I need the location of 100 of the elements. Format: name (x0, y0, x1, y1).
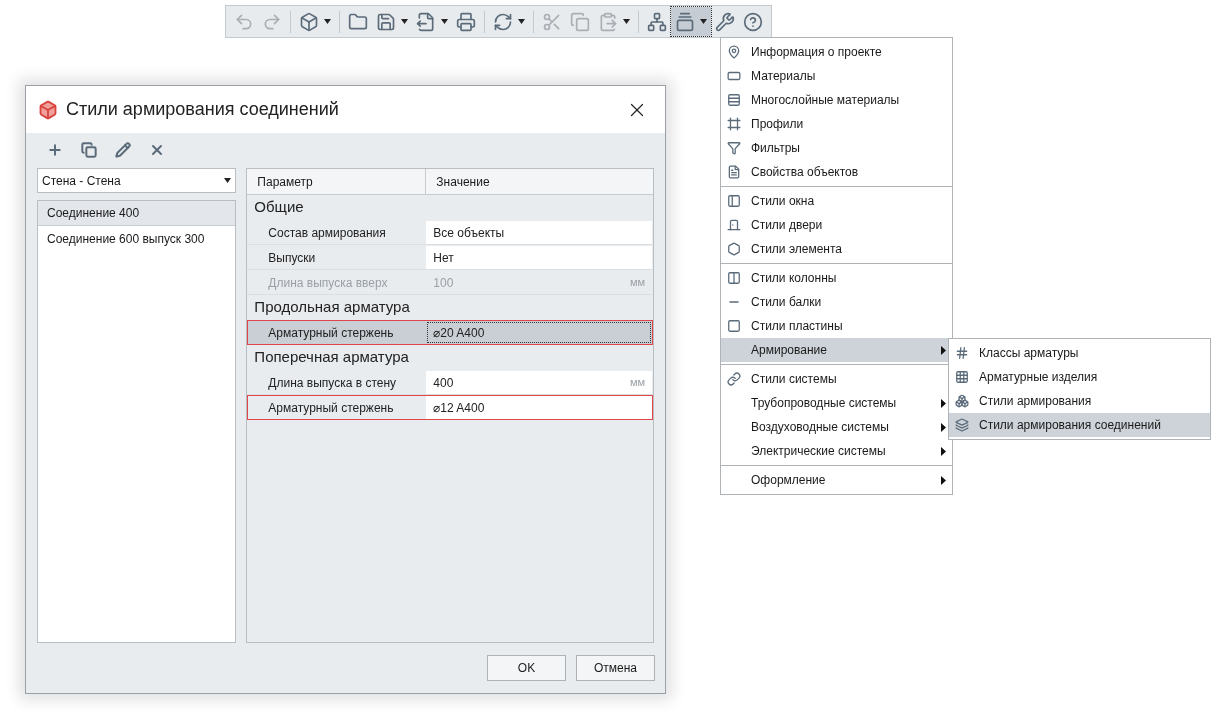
undo-icon (234, 11, 254, 32)
redo-icon (262, 11, 282, 32)
menu-item-label: Армирование (751, 342, 828, 359)
door-icon (727, 218, 741, 232)
dropdown-caret-icon (401, 19, 408, 24)
window-icon (727, 194, 741, 208)
dialog-button[interactable]: OK (487, 655, 566, 681)
property-row[interactable]: Арматурный стержень ⌀12 A400 (247, 395, 653, 420)
scissors-icon (542, 11, 562, 32)
property-row[interactable]: Длина выпуска в стену 400 мм (247, 370, 653, 395)
column-header: Значение (435, 173, 491, 191)
menu-item[interactable]: Стили колонны (721, 266, 952, 290)
tool-button[interactable] (114, 141, 132, 159)
paste-icon (598, 11, 618, 32)
unit-label: мм (629, 375, 645, 391)
menu-item[interactable]: Фильтры (721, 136, 952, 160)
submenu-item[interactable]: Классы арматуры (949, 341, 1210, 365)
dropdown-caret-icon (623, 19, 630, 24)
menu-item[interactable]: Многослойные материалы (721, 88, 952, 112)
layers-icon (727, 93, 741, 107)
wrench-icon (715, 11, 735, 32)
menu-item-label: Стили окна (751, 193, 816, 210)
value-text: 400 (433, 374, 454, 392)
select-caret-icon (224, 178, 232, 183)
edit-icon (115, 142, 131, 158)
cube-logo-icon (38, 99, 58, 120)
cube-icon (299, 11, 319, 32)
menu-item-label: Воздуховодные системы (751, 419, 890, 436)
property-row[interactable]: Состав армирования Все объекты (247, 220, 653, 245)
menu-item[interactable]: Стили двери (721, 213, 952, 237)
tree-icon (647, 11, 667, 32)
value-text: ⌀12 A400 (433, 399, 485, 417)
menu-item[interactable]: Свойства объектов (721, 160, 952, 184)
submenu-item[interactable]: Стили армирования (949, 389, 1210, 413)
menu-item[interactable]: Стили окна (721, 189, 952, 213)
menu-item-label: Свойства объектов (751, 164, 860, 181)
dropdown-caret-icon (518, 19, 525, 24)
menu-item-label: Информация о проекте (751, 44, 883, 61)
menu-item[interactable]: Профили (721, 112, 952, 136)
tool-button[interactable] (80, 141, 98, 159)
menu-item[interactable]: Стили элемента (721, 237, 952, 261)
menu-item-label: Стили балки (751, 294, 823, 311)
mesh-icon (955, 370, 969, 384)
sync-icon (493, 11, 513, 32)
dialog-button[interactable]: Отмена (576, 655, 655, 681)
value-text: ⌀20 A400 (433, 324, 485, 342)
window-title: Стили армирования соединений (66, 98, 340, 121)
menu-item-label: Оформление (751, 472, 827, 489)
folder-icon (348, 11, 368, 32)
menu-item-label: Многослойные материалы (751, 92, 901, 109)
menu-item-label: Стили элемента (751, 241, 844, 258)
submenu-arrow-icon (941, 475, 946, 485)
copy-icon (570, 11, 590, 32)
section-header: Поперечная арматура (253, 347, 410, 368)
property-row[interactable]: Арматурный стержень ⌀20 A400 (247, 320, 653, 345)
menu-item[interactable]: Информация о проекте (721, 40, 952, 64)
stacked-cards-icon (675, 11, 695, 32)
property-label: Арматурный стержень (267, 324, 395, 342)
menu-item[interactable]: Оформление (721, 468, 952, 492)
submenu-item[interactable]: Арматурные изделия (949, 365, 1210, 389)
property-row[interactable]: Выпуски Нет (247, 245, 653, 270)
dropdown-caret-icon (441, 19, 448, 24)
property-label: Длина выпуска вверх (267, 274, 389, 292)
value-text: Нет (433, 249, 454, 267)
help-icon (743, 11, 763, 32)
menu-item-label: Стили пластины (751, 318, 844, 335)
column-header: Параметр (247, 169, 427, 194)
menu-item[interactable]: Стили пластины (721, 314, 952, 338)
section-header: Продольная арматура (253, 297, 411, 318)
list-item[interactable]: Соединение 600 выпуск 300 (38, 226, 236, 251)
filter-icon (727, 141, 741, 155)
value-text: Все объекты (433, 224, 505, 242)
menu-item[interactable]: Материалы (721, 64, 952, 88)
select-value: Стена - Стена (42, 172, 121, 190)
menu-item[interactable]: Стили балки (721, 290, 952, 314)
menu-item-label: Материалы (751, 68, 817, 85)
menu-item[interactable]: Стили системы (721, 367, 952, 391)
submenu-item[interactable]: Стили армирования соединений (949, 413, 1210, 437)
menu-item-label: Стили системы (751, 371, 838, 388)
type-select[interactable]: Стена - Стена (37, 168, 237, 193)
map-pin-icon (727, 45, 741, 59)
duplicate-icon (81, 142, 97, 158)
property-label: Выпуски (267, 249, 317, 267)
property-label: Арматурный стержень (267, 399, 395, 417)
printer-icon (456, 11, 476, 32)
submenu-arrow-icon (941, 422, 946, 432)
toolbar-button[interactable] (671, 7, 711, 36)
menu-item-label: Электрические системы (751, 443, 887, 460)
menu-item[interactable]: Воздуховодные системы (721, 415, 952, 439)
menu-item-label: Стили колонны (751, 270, 838, 287)
menu-item-label: Фильтры (751, 140, 801, 157)
export-icon (416, 11, 436, 32)
menu-item[interactable]: Электрические системы (721, 439, 952, 463)
property-label: Длина выпуска в стену (267, 374, 398, 392)
list-item[interactable]: Соединение 400 (38, 201, 236, 226)
submenu-arrow-icon (941, 398, 946, 408)
menu-item-label: Стили двери (751, 217, 824, 234)
menu-item-label: Трубопроводные системы (751, 395, 898, 412)
delete-icon (149, 142, 165, 158)
menu-item[interactable]: Трубопроводные системы (721, 391, 952, 415)
